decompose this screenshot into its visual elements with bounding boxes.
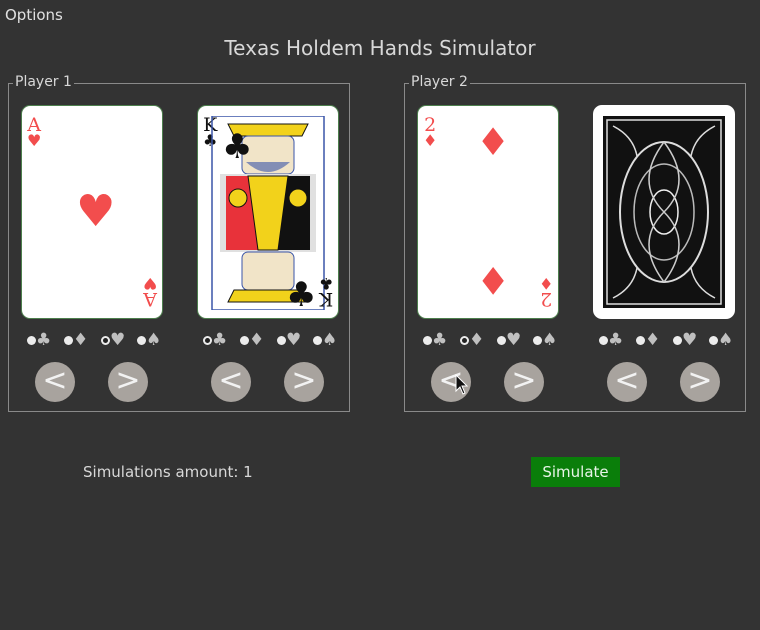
svg-text:♣: ♣: [222, 127, 252, 167]
king-portrait-icon: ♣ ♣: [211, 116, 325, 310]
heart-pip-icon: ♥: [76, 186, 116, 237]
player-2-card-2-next-button[interactable]: >: [680, 362, 720, 402]
diamond-pip-icon: ♦: [476, 258, 511, 302]
player-2-card-2-prev-button[interactable]: <: [607, 362, 647, 402]
card-corner-bottom: 2 ♦: [538, 274, 553, 310]
app-title: Texas Holdem Hands Simulator: [224, 36, 536, 60]
diamond-pip-icon: ♦: [476, 120, 511, 164]
suit-option-clubs[interactable]: ♣: [423, 330, 453, 350]
player-1-card-1-next-button[interactable]: >: [108, 362, 148, 402]
player-2-label: Player 2: [409, 74, 470, 90]
player-2-card-2-suit-selector: ♣ ♦ ♥ ♠: [599, 330, 739, 350]
player-1-card-2-suit-selector: ♣ ♦ ♥ ♠: [203, 330, 343, 350]
suit-option-hearts[interactable]: ♥: [277, 330, 307, 350]
suit-option-diamonds[interactable]: ♦: [240, 330, 270, 350]
simulations-amount-label: Simulations amount: 1: [83, 463, 253, 481]
suit-option-diamonds[interactable]: ♦: [636, 330, 666, 350]
player-1-card-1-prev-button[interactable]: <: [35, 362, 75, 402]
suit-option-hearts[interactable]: ♥: [497, 330, 527, 350]
suit-option-spades[interactable]: ♠: [137, 330, 167, 350]
player-1-card-1: A ♥ ♥ A ♥: [21, 105, 163, 319]
suit-option-spades[interactable]: ♠: [313, 330, 343, 350]
suit-option-clubs[interactable]: ♣: [27, 330, 57, 350]
suit-option-hearts[interactable]: ♥: [673, 330, 703, 350]
player-1-card-2-next-button[interactable]: >: [284, 362, 324, 402]
card-corner-top: 2 ♦: [423, 114, 438, 150]
player-2-card-2: [593, 105, 735, 319]
player-1-group: Player 1 A ♥ ♥ A ♥ K ♣ ♣ ♣ K ♣ ♣ ♦ ♥ ♠ ♣…: [8, 74, 350, 412]
card-back-pattern-icon: [603, 116, 725, 308]
svg-text:♣: ♣: [286, 275, 316, 310]
player-1-label: Player 1: [13, 74, 74, 90]
player-2-group: Player 2 2 ♦ ♦ ♦ 2 ♦ ♣ ♦ ♥ ♠ ♣ ♦ ♥ ♠ < >…: [404, 74, 746, 412]
player-2-card-1: 2 ♦ ♦ ♦ 2 ♦: [417, 105, 559, 319]
player-2-card-1-suit-selector: ♣ ♦ ♥ ♠: [423, 330, 563, 350]
card-corner-bottom: A ♥: [142, 274, 157, 310]
mouse-cursor-icon: [455, 374, 469, 395]
suit-option-spades[interactable]: ♠: [533, 330, 563, 350]
card-corner-top: A ♥: [27, 114, 42, 150]
card-corner-bottom: K ♣: [318, 274, 333, 310]
player-1-card-2-prev-button[interactable]: <: [211, 362, 251, 402]
suit-option-diamonds[interactable]: ♦: [460, 330, 490, 350]
player-1-card-1-suit-selector: ♣ ♦ ♥ ♠: [27, 330, 167, 350]
simulate-button[interactable]: Simulate: [531, 457, 620, 487]
options-menu[interactable]: Options: [5, 6, 63, 24]
suit-option-clubs[interactable]: ♣: [599, 330, 629, 350]
suit-option-clubs[interactable]: ♣: [203, 330, 233, 350]
suit-option-diamonds[interactable]: ♦: [64, 330, 94, 350]
player-1-card-2: K ♣ ♣ ♣ K ♣: [197, 105, 339, 319]
suit-option-hearts[interactable]: ♥: [101, 330, 131, 350]
suit-option-spades[interactable]: ♠: [709, 330, 739, 350]
player-2-card-1-next-button[interactable]: >: [504, 362, 544, 402]
